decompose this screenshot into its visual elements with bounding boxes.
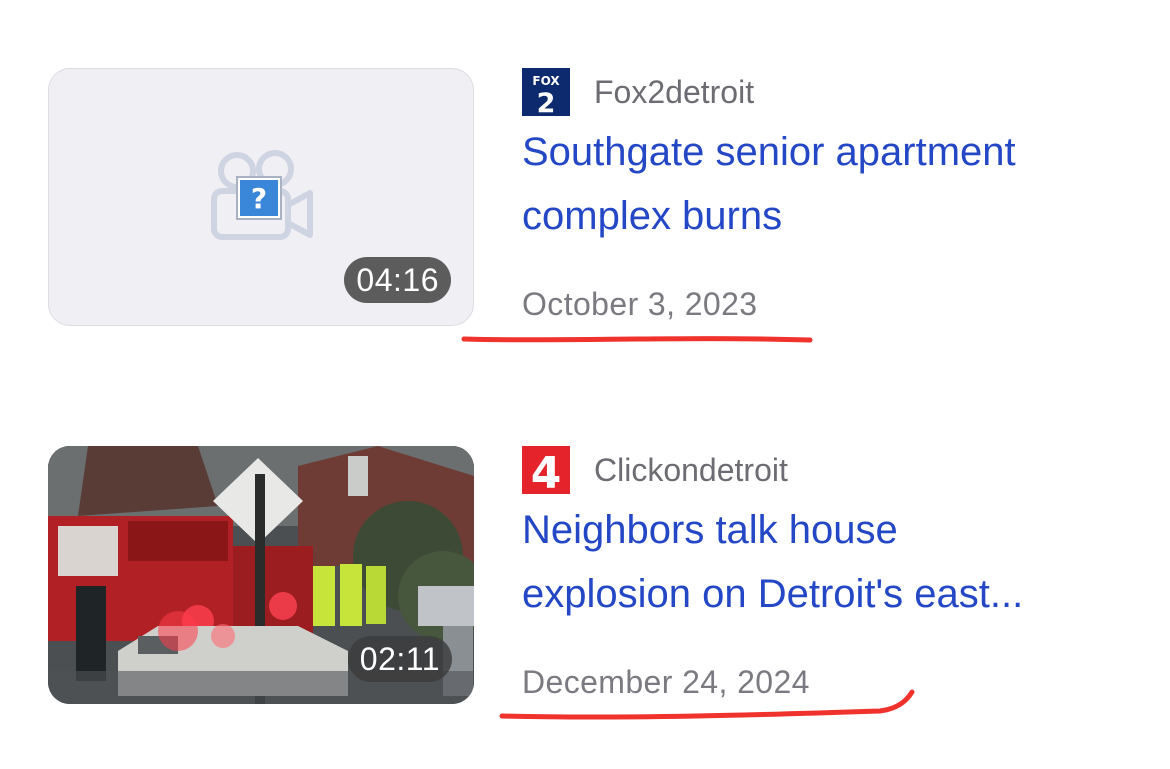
svg-text:2: 2 — [537, 88, 556, 116]
article-headline[interactable]: Southgate senior apartment complex burns — [522, 120, 1112, 248]
date-underline-annotation — [461, 336, 813, 343]
duration-badge: 04:16 — [344, 257, 451, 303]
publish-date: December 24, 2024 — [522, 664, 810, 700]
headline-line: Neighbors talk house — [522, 508, 898, 552]
publish-date: October 3, 2023 — [522, 286, 758, 322]
video-card[interactable]: 02:11 4 Clickondetroit Neighbors talk ho… — [48, 446, 1148, 706]
duration-badge: 02:11 — [347, 636, 452, 682]
broken-video-placeholder-icon: ? — [211, 150, 313, 240]
svg-text:4: 4 — [531, 448, 562, 494]
channel-4-logo-icon: 4 — [522, 446, 570, 494]
source-name: Fox2detroit — [594, 74, 755, 110]
source-row: FOX 2 Fox2detroit — [522, 68, 1122, 116]
video-thumbnail[interactable]: 02:11 — [48, 446, 474, 704]
article-headline[interactable]: Neighbors talk house explosion on Detroi… — [522, 498, 1112, 626]
fox2-logo-icon: FOX 2 — [522, 68, 570, 116]
video-thumbnail[interactable]: ? 04:16 — [48, 68, 474, 326]
headline-line: complex burns — [522, 194, 783, 238]
headline-line: explosion on Detroit's east... — [522, 572, 1024, 616]
headline-line: Southgate senior apartment — [522, 130, 1016, 174]
svg-text:FOX: FOX — [532, 74, 560, 88]
source-row: 4 Clickondetroit — [522, 446, 1122, 494]
svg-text:?: ? — [251, 182, 267, 215]
video-card[interactable]: ? 04:16 FOX 2 Fox2detroit Southgate seni… — [48, 68, 1148, 328]
source-name: Clickondetroit — [594, 452, 788, 488]
